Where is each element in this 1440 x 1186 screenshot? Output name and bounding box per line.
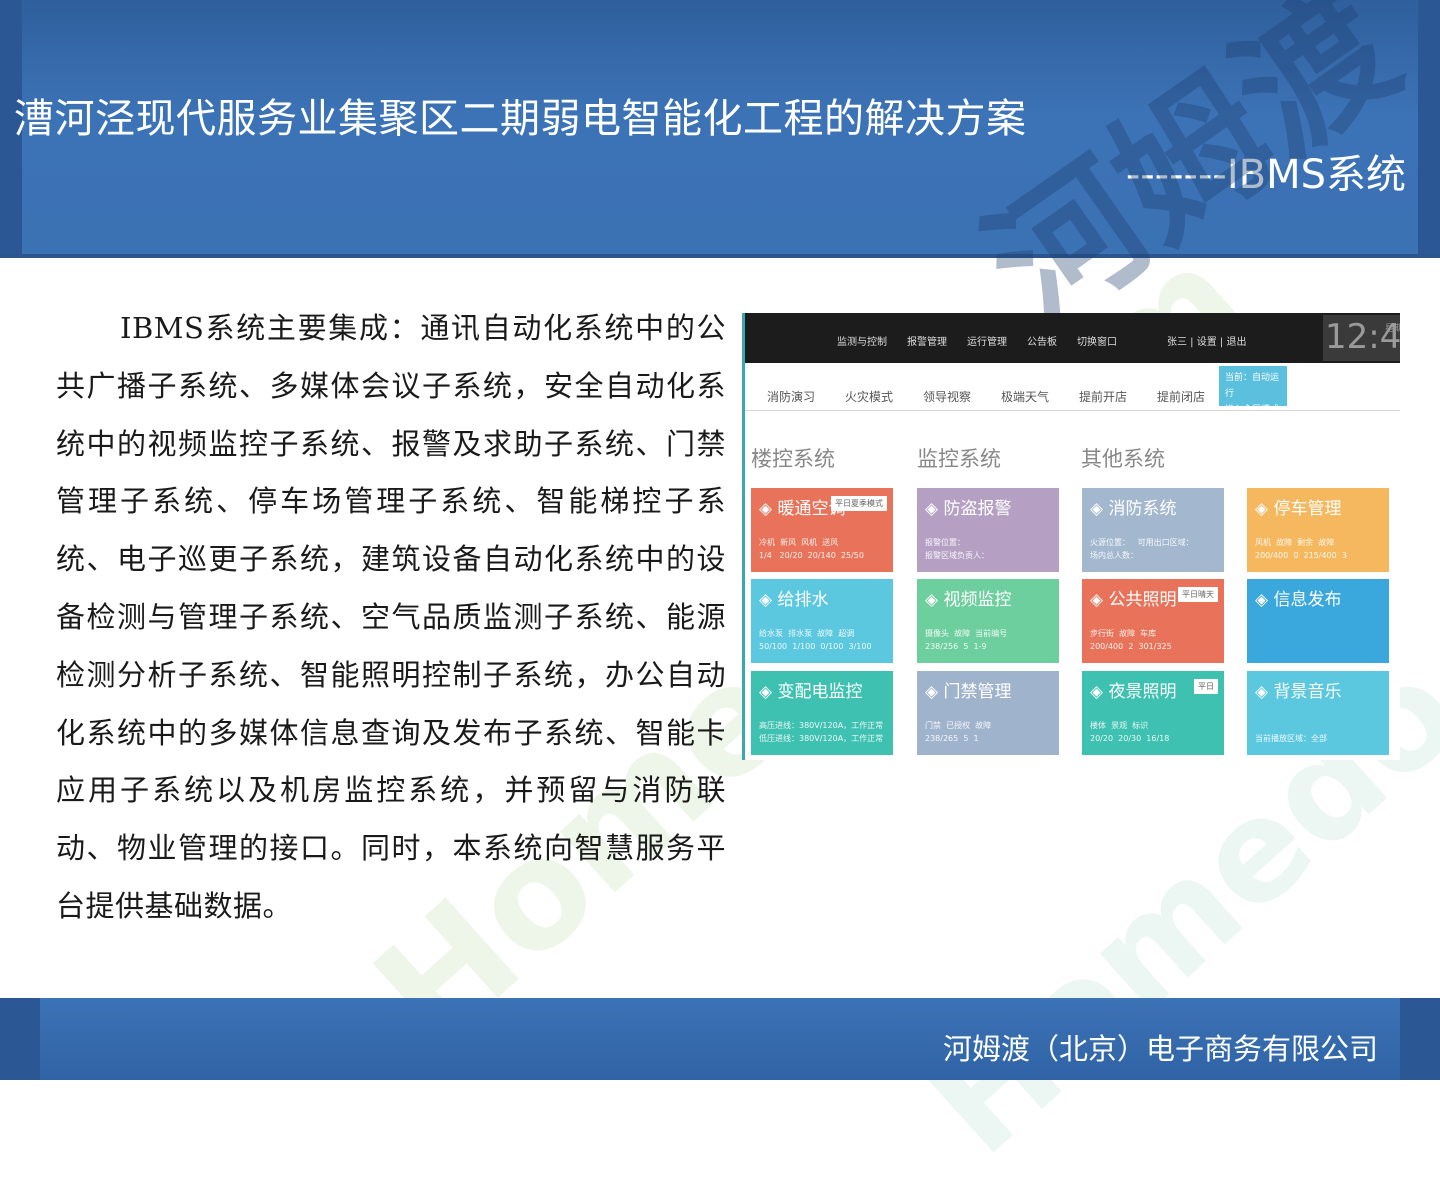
company-name: 河姆渡（北京）电子商务有限公司 bbox=[942, 1032, 1378, 1066]
mode-tab: 极端天气 bbox=[1001, 390, 1050, 404]
nav-item: 公告板 bbox=[1027, 337, 1057, 348]
tile-name: ◈ 防盗报警 bbox=[925, 499, 1012, 519]
current-mode-badge: 当前：自动运行 进入全局模式 bbox=[1219, 366, 1287, 415]
system-tile[interactable]: ◈ 变配电监控高压进线：380V/120A，工作正常 低压进线：380V/120… bbox=[751, 671, 893, 755]
tile-badge: 平日夏季模式 bbox=[831, 496, 887, 511]
mode-tab: 提前开店 bbox=[1079, 390, 1128, 404]
system-tile[interactable]: ◈ 信息发布 bbox=[1247, 579, 1389, 663]
tile-badge: 平日晴天 bbox=[1178, 587, 1218, 602]
system-tile[interactable]: ◈ 防盗报警 报警位置： 报警区域负责人： bbox=[917, 488, 1059, 572]
tile-name: ◈ 门禁管理 bbox=[925, 682, 1012, 702]
tile-detail: 火源位置： 可用出口区域： 场内总人数： bbox=[1090, 538, 1194, 560]
page-subtitle: -------IBMS系统 bbox=[1125, 152, 1406, 198]
system-tile[interactable]: ◈ 门禁管理 门禁 已授权 故障 238/265 5 1 bbox=[917, 671, 1059, 755]
tile-detail: 摄像头 故障 当前编号 238/256 5 1-9 bbox=[925, 629, 1008, 651]
mode-tab: 火灾模式 bbox=[845, 390, 894, 404]
clock-weekday: 星期三 bbox=[1385, 324, 1400, 334]
tile-detail: 高压进线：380V/120A，工作正常 低压进线：380V/120A，工作正常 bbox=[759, 721, 884, 743]
system-tile[interactable]: ◈ 公共照明 平日晴天 步行街 故障 车库 200/400 2 301/325 bbox=[1082, 579, 1224, 663]
tile-detail: 当前播放区域：全部 bbox=[1255, 734, 1327, 743]
tile-detail: 冷机 新风 风机 送风 1/4 20/20 20/140 25/50 bbox=[759, 538, 864, 560]
tile-badge: 平日 bbox=[1194, 679, 1218, 694]
tile-detail: 门禁 已授权 故障 238/265 5 1 bbox=[925, 721, 992, 743]
tile-detail: 风机 故障 剩余 故障 200/400 0 215/400 3 bbox=[1255, 538, 1347, 560]
divider bbox=[745, 410, 1400, 411]
footer-banner: 河姆渡（北京）电子商务有限公司 bbox=[0, 998, 1440, 1080]
section-title-building: 楼控系统 bbox=[751, 447, 835, 471]
user-menu: 张三 | 设置 | 退出 bbox=[1167, 337, 1247, 348]
tile-detail: 楼体 景观 标识 20/20 20/30 16/18 bbox=[1090, 721, 1170, 743]
screenshot-nav: 监测与控制 报警管理 运行管理 公告板 切换窗口 bbox=[837, 333, 1117, 348]
page-title: 漕河泾现代服务业集聚区二期弱电智能化工程的解决方案 bbox=[14, 96, 1027, 142]
banner-right-stripe bbox=[1418, 0, 1440, 254]
tile-name: ◈ 视频监控 bbox=[925, 590, 1012, 610]
ibms-screenshot: 监测与控制 报警管理 运行管理 公告板 切换窗口 张三 | 设置 | 退出 12… bbox=[742, 313, 1400, 760]
tile-name: ◈ 消防系统 bbox=[1090, 499, 1177, 519]
nav-item: 运行管理 bbox=[967, 337, 1007, 348]
footer-right-stripe bbox=[1400, 998, 1440, 1080]
footer-left-stripe bbox=[0, 998, 40, 1080]
clock-widget: 12:45 星期三 bbox=[1323, 315, 1400, 361]
tile-name: ◈ 变配电监控 bbox=[759, 682, 863, 702]
body-paragraph: IBMS系统主要集成：通讯自动化系统中的公共广播子系统、多媒体会议子系统，安全自… bbox=[56, 311, 726, 923]
nav-item: 报警管理 bbox=[907, 337, 947, 348]
tile-detail: 给水泵 排水泵 故障 超调 50/100 1/100 0/100 3/100 bbox=[759, 629, 872, 651]
tile-detail: 报警位置： 报警区域负责人： bbox=[925, 538, 989, 560]
section-title-other: 其他系统 bbox=[1081, 447, 1165, 471]
tile-name: ◈ 信息发布 bbox=[1255, 590, 1342, 610]
header-banner: 漕河泾现代服务业集聚区二期弱电智能化工程的解决方案 -------IBMS系统 bbox=[0, 0, 1440, 258]
system-tile[interactable]: ◈ 背景音乐当前播放区域：全部 bbox=[1247, 671, 1389, 755]
screenshot-topbar: 监测与控制 报警管理 运行管理 公告板 切换窗口 张三 | 设置 | 退出 12… bbox=[745, 313, 1400, 363]
system-tile[interactable]: ◈ 给排水给水泵 排水泵 故障 超调 50/100 1/100 0/100 3/… bbox=[751, 579, 893, 663]
mode-tab: 领导视察 bbox=[923, 390, 972, 404]
system-tile[interactable]: ◈ 消防系统 火源位置： 可用出口区域： 场内总人数： bbox=[1082, 488, 1224, 572]
system-tile[interactable]: ◈ 夜景照明 平日 楼体 景观 标识 20/20 20/30 16/18 bbox=[1082, 671, 1224, 755]
nav-item: 切换窗口 bbox=[1077, 337, 1117, 348]
tile-detail: 步行街 故障 车库 200/400 2 301/325 bbox=[1090, 629, 1172, 651]
tile-name: ◈ 停车管理 bbox=[1255, 499, 1342, 519]
tile-name: ◈ 背景音乐 bbox=[1255, 682, 1342, 702]
nav-item: 监测与控制 bbox=[837, 337, 887, 348]
system-tile[interactable]: ◈ 视频监控 摄像头 故障 当前编号 238/256 5 1-9 bbox=[917, 579, 1059, 663]
section-title-monitor: 监控系统 bbox=[917, 447, 1001, 471]
tile-name: ◈ 给排水 bbox=[759, 590, 829, 610]
system-tile[interactable]: ◈ 暖通空调 平日夏季模式 冷机 新风 风机 送风 1/4 20/20 20/140… bbox=[751, 488, 893, 572]
system-tile[interactable]: ◈ 停车管理 风机 故障 剩余 故障 200/400 0 215/400 3 bbox=[1247, 488, 1389, 572]
mode-tabs: 消防演习 火灾模式 领导视察 极端天气 提前开店 提前闭店 bbox=[767, 388, 1235, 405]
mode-tab: 消防演习 bbox=[767, 390, 816, 404]
